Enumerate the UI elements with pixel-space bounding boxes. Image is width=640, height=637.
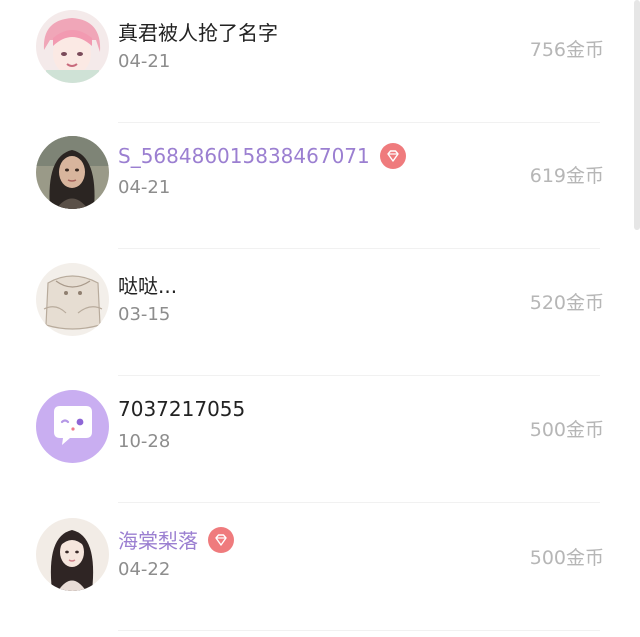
date: 04-21 xyxy=(118,177,171,198)
vip-diamond-icon xyxy=(208,526,234,553)
avatar[interactable] xyxy=(36,10,109,83)
date: 10-28 xyxy=(118,431,171,452)
divider xyxy=(118,375,600,376)
avatar[interactable] xyxy=(36,263,109,336)
vip-diamond-icon xyxy=(379,143,406,169)
coin-amount: 520金币 xyxy=(529,292,604,314)
list-item[interactable]: 7037217055 10-28 500金币 xyxy=(0,377,634,503)
date: 03-15 xyxy=(118,304,171,325)
user-name[interactable]: S_568486015838467071 xyxy=(118,144,370,168)
coin-amount: 756金币 xyxy=(529,39,604,61)
list-item[interactable]: 海棠梨落 04-22 500金币 xyxy=(0,505,634,631)
avatar[interactable] xyxy=(36,390,109,463)
user-name[interactable]: 海棠梨落 xyxy=(118,525,198,554)
gift-ranking-list: 真君被人抢了名字 04-21 756金币 S_56848601583846707… xyxy=(0,0,640,637)
divider xyxy=(118,630,600,631)
scrollbar[interactable] xyxy=(634,0,640,230)
date: 04-22 xyxy=(118,559,171,580)
coin-amount: 619金币 xyxy=(529,165,604,187)
user-name[interactable]: 哒哒... xyxy=(118,270,177,299)
user-name[interactable]: 真君被人抢了名字 xyxy=(118,17,278,46)
list-item[interactable]: 真君被人抢了名字 04-21 756金币 xyxy=(0,0,634,123)
list-item[interactable]: S_568486015838467071 04-21 619金币 xyxy=(0,123,634,249)
avatar[interactable] xyxy=(36,136,109,209)
divider xyxy=(118,502,600,503)
avatar[interactable] xyxy=(36,518,109,591)
date: 04-21 xyxy=(118,51,171,72)
user-name[interactable]: 7037217055 xyxy=(118,397,245,421)
list-item[interactable]: 哒哒... 03-15 520金币 xyxy=(0,250,634,376)
coin-amount: 500金币 xyxy=(529,547,604,569)
divider xyxy=(118,248,600,249)
coin-amount: 500金币 xyxy=(529,419,604,441)
